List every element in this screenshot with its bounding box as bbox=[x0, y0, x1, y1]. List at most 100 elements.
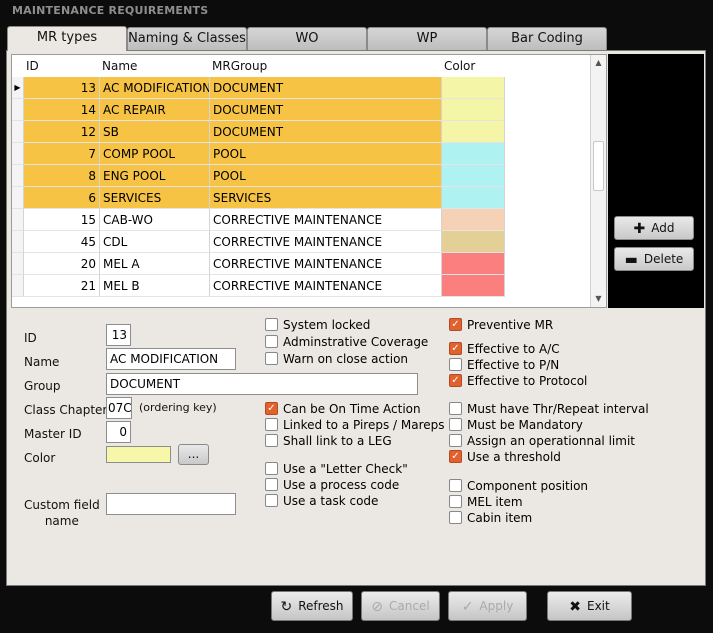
custom-field-input[interactable] bbox=[106, 493, 236, 515]
tab-mr-types[interactable]: MR types bbox=[7, 26, 127, 51]
cancel-button[interactable]: ⊘ Cancel bbox=[361, 591, 440, 621]
checkmark-icon: ✓ bbox=[449, 374, 462, 387]
threshold-checkbox[interactable]: ✓ Use a threshold bbox=[449, 450, 561, 466]
operational-limit-checkbox[interactable]: Assign an operationnal limit bbox=[449, 434, 635, 450]
table-row[interactable]: 45 CDL CORRECTIVE MAINTENANCE bbox=[12, 231, 592, 253]
name-label: Name bbox=[24, 355, 60, 369]
checkbox-label: Use a process code bbox=[283, 478, 400, 492]
cell-mrgroup: DOCUMENT bbox=[210, 77, 442, 99]
tab-bar-coding[interactable]: Bar Coding bbox=[487, 27, 607, 50]
cell-id: 21 bbox=[24, 275, 100, 297]
delete-button-label: Delete bbox=[643, 252, 684, 266]
cell-name: CAB-WO bbox=[100, 209, 210, 231]
table-row[interactable]: 8 ENG POOL POOL bbox=[12, 165, 592, 187]
refresh-icon: ↻ bbox=[280, 598, 293, 615]
row-selector[interactable] bbox=[12, 143, 24, 165]
table-row[interactable]: 12 SB DOCUMENT bbox=[12, 121, 592, 143]
cell-name: COMP POOL bbox=[100, 143, 210, 165]
cell-name: MEL B bbox=[100, 275, 210, 297]
table-row[interactable]: 6 SERVICES SERVICES bbox=[12, 187, 592, 209]
tab-wp[interactable]: WP bbox=[367, 27, 487, 50]
color-picker-button[interactable]: ... bbox=[178, 444, 209, 465]
refresh-button[interactable]: ↻ Refresh bbox=[271, 591, 353, 621]
class-chapter-field[interactable]: 07C bbox=[106, 397, 132, 419]
process-code-checkbox[interactable]: Use a process code bbox=[265, 478, 399, 494]
task-code-checkbox[interactable]: Use a task code bbox=[265, 494, 378, 510]
row-selector[interactable] bbox=[12, 209, 24, 231]
row-selector[interactable]: ▶ bbox=[12, 77, 24, 99]
thr-repeat-interval-checkbox[interactable]: Must have Thr/Repeat interval bbox=[449, 402, 649, 418]
component-position-checkbox[interactable]: Component position bbox=[449, 479, 588, 495]
scroll-up-icon[interactable]: ▲ bbox=[591, 55, 606, 71]
system-locked-checkbox[interactable]: System locked bbox=[265, 318, 370, 334]
group-field[interactable]: DOCUMENT bbox=[106, 373, 418, 395]
cabin-item-checkbox[interactable]: Cabin item bbox=[449, 511, 532, 527]
checkbox-label: Assign an operationnal limit bbox=[467, 434, 635, 448]
row-selector[interactable] bbox=[12, 165, 24, 187]
add-button[interactable]: ✚ Add bbox=[614, 216, 694, 240]
delete-button[interactable]: ▬ Delete bbox=[614, 247, 694, 271]
warn-on-close-checkbox[interactable]: Warn on close action bbox=[265, 352, 408, 368]
cell-color-swatch bbox=[442, 253, 505, 275]
checkbox-label: Effective to P/N bbox=[467, 358, 560, 372]
table-row[interactable]: 7 COMP POOL POOL bbox=[12, 143, 592, 165]
column-header-id[interactable]: ID bbox=[26, 55, 39, 77]
row-selector[interactable] bbox=[12, 121, 24, 143]
link-to-leg-checkbox[interactable]: Shall link to a LEG bbox=[265, 434, 392, 450]
row-selector[interactable] bbox=[12, 99, 24, 121]
row-selector[interactable] bbox=[12, 275, 24, 297]
apply-button-label: Apply bbox=[479, 599, 514, 613]
apply-button[interactable]: ✓ Apply bbox=[448, 591, 527, 621]
row-selector[interactable] bbox=[12, 187, 24, 209]
row-selector[interactable] bbox=[12, 231, 24, 253]
table-row[interactable]: ▶ 13 AC MODIFICATION DOCUMENT bbox=[12, 77, 592, 99]
administrative-coverage-checkbox[interactable]: Adminstrative Coverage bbox=[265, 335, 428, 351]
column-header-name[interactable]: Name bbox=[102, 55, 137, 77]
master-id-field[interactable]: 0 bbox=[106, 421, 131, 443]
checkmark-icon: ✓ bbox=[449, 342, 462, 355]
color-swatch[interactable] bbox=[106, 446, 171, 463]
cell-color-swatch bbox=[442, 165, 505, 187]
cell-id: 8 bbox=[24, 165, 100, 187]
scroll-thumb[interactable] bbox=[593, 141, 604, 191]
mel-item-checkbox[interactable]: MEL item bbox=[449, 495, 523, 511]
effective-pn-checkbox[interactable]: Effective to P/N bbox=[449, 358, 559, 374]
on-time-action-checkbox[interactable]: ✓ Can be On Time Action bbox=[265, 402, 421, 418]
exit-button[interactable]: ✖ Exit bbox=[547, 591, 632, 621]
id-field[interactable]: 13 bbox=[106, 324, 131, 346]
table-row[interactable]: 14 AC REPAIR DOCUMENT bbox=[12, 99, 592, 121]
tab-wo[interactable]: WO bbox=[247, 27, 367, 50]
scroll-down-icon[interactable]: ▼ bbox=[591, 291, 606, 307]
checkbox-label: Effective to Protocol bbox=[467, 374, 588, 388]
effective-ac-checkbox[interactable]: ✓ Effective to A/C bbox=[449, 342, 560, 358]
close-icon: ✖ bbox=[569, 598, 581, 615]
grid-scrollbar[interactable]: ▲ ▼ bbox=[590, 55, 606, 307]
cell-color-swatch bbox=[442, 143, 505, 165]
linked-pireps-checkbox[interactable]: Linked to a Pireps / Mareps bbox=[265, 418, 445, 434]
checkbox-label: Can be On Time Action bbox=[283, 402, 421, 416]
letter-check-checkbox[interactable]: Use a "Letter Check" bbox=[265, 462, 408, 478]
name-field[interactable]: AC MODIFICATION bbox=[106, 348, 236, 370]
effective-protocol-checkbox[interactable]: ✓ Effective to Protocol bbox=[449, 374, 587, 390]
cell-mrgroup: POOL bbox=[210, 143, 442, 165]
exit-button-label: Exit bbox=[587, 599, 610, 613]
checkbox-label: Use a task code bbox=[283, 494, 379, 508]
table-row[interactable]: 15 CAB-WO CORRECTIVE MAINTENANCE bbox=[12, 209, 592, 231]
row-selector[interactable] bbox=[12, 253, 24, 275]
column-header-mrgroup[interactable]: MRGroup bbox=[212, 55, 267, 77]
tab-naming-classes[interactable]: Naming & Classes bbox=[127, 27, 247, 50]
tab-bar: MR types Naming & Classes WO WP Bar Codi… bbox=[6, 26, 706, 51]
custom-field-label-line1: Custom field bbox=[24, 498, 100, 512]
checkbox-box bbox=[265, 478, 278, 491]
preventive-mr-checkbox[interactable]: ✓ Preventive MR bbox=[449, 318, 553, 334]
table-row[interactable]: 21 MEL B CORRECTIVE MAINTENANCE bbox=[12, 275, 592, 297]
cell-id: 20 bbox=[24, 253, 100, 275]
table-row[interactable]: 20 MEL A CORRECTIVE MAINTENANCE bbox=[12, 253, 592, 275]
checkbox-label: Use a "Letter Check" bbox=[283, 462, 408, 476]
cell-color-swatch bbox=[442, 187, 505, 209]
checkbox-label: Shall link to a LEG bbox=[283, 434, 392, 448]
mandatory-checkbox[interactable]: Must be Mandatory bbox=[449, 418, 583, 434]
checkbox-box bbox=[265, 462, 278, 475]
mr-types-grid[interactable]: ID Name MRGroup Color ▶ 13 AC MODIFICATION… bbox=[11, 54, 607, 308]
column-header-color[interactable]: Color bbox=[444, 55, 475, 77]
